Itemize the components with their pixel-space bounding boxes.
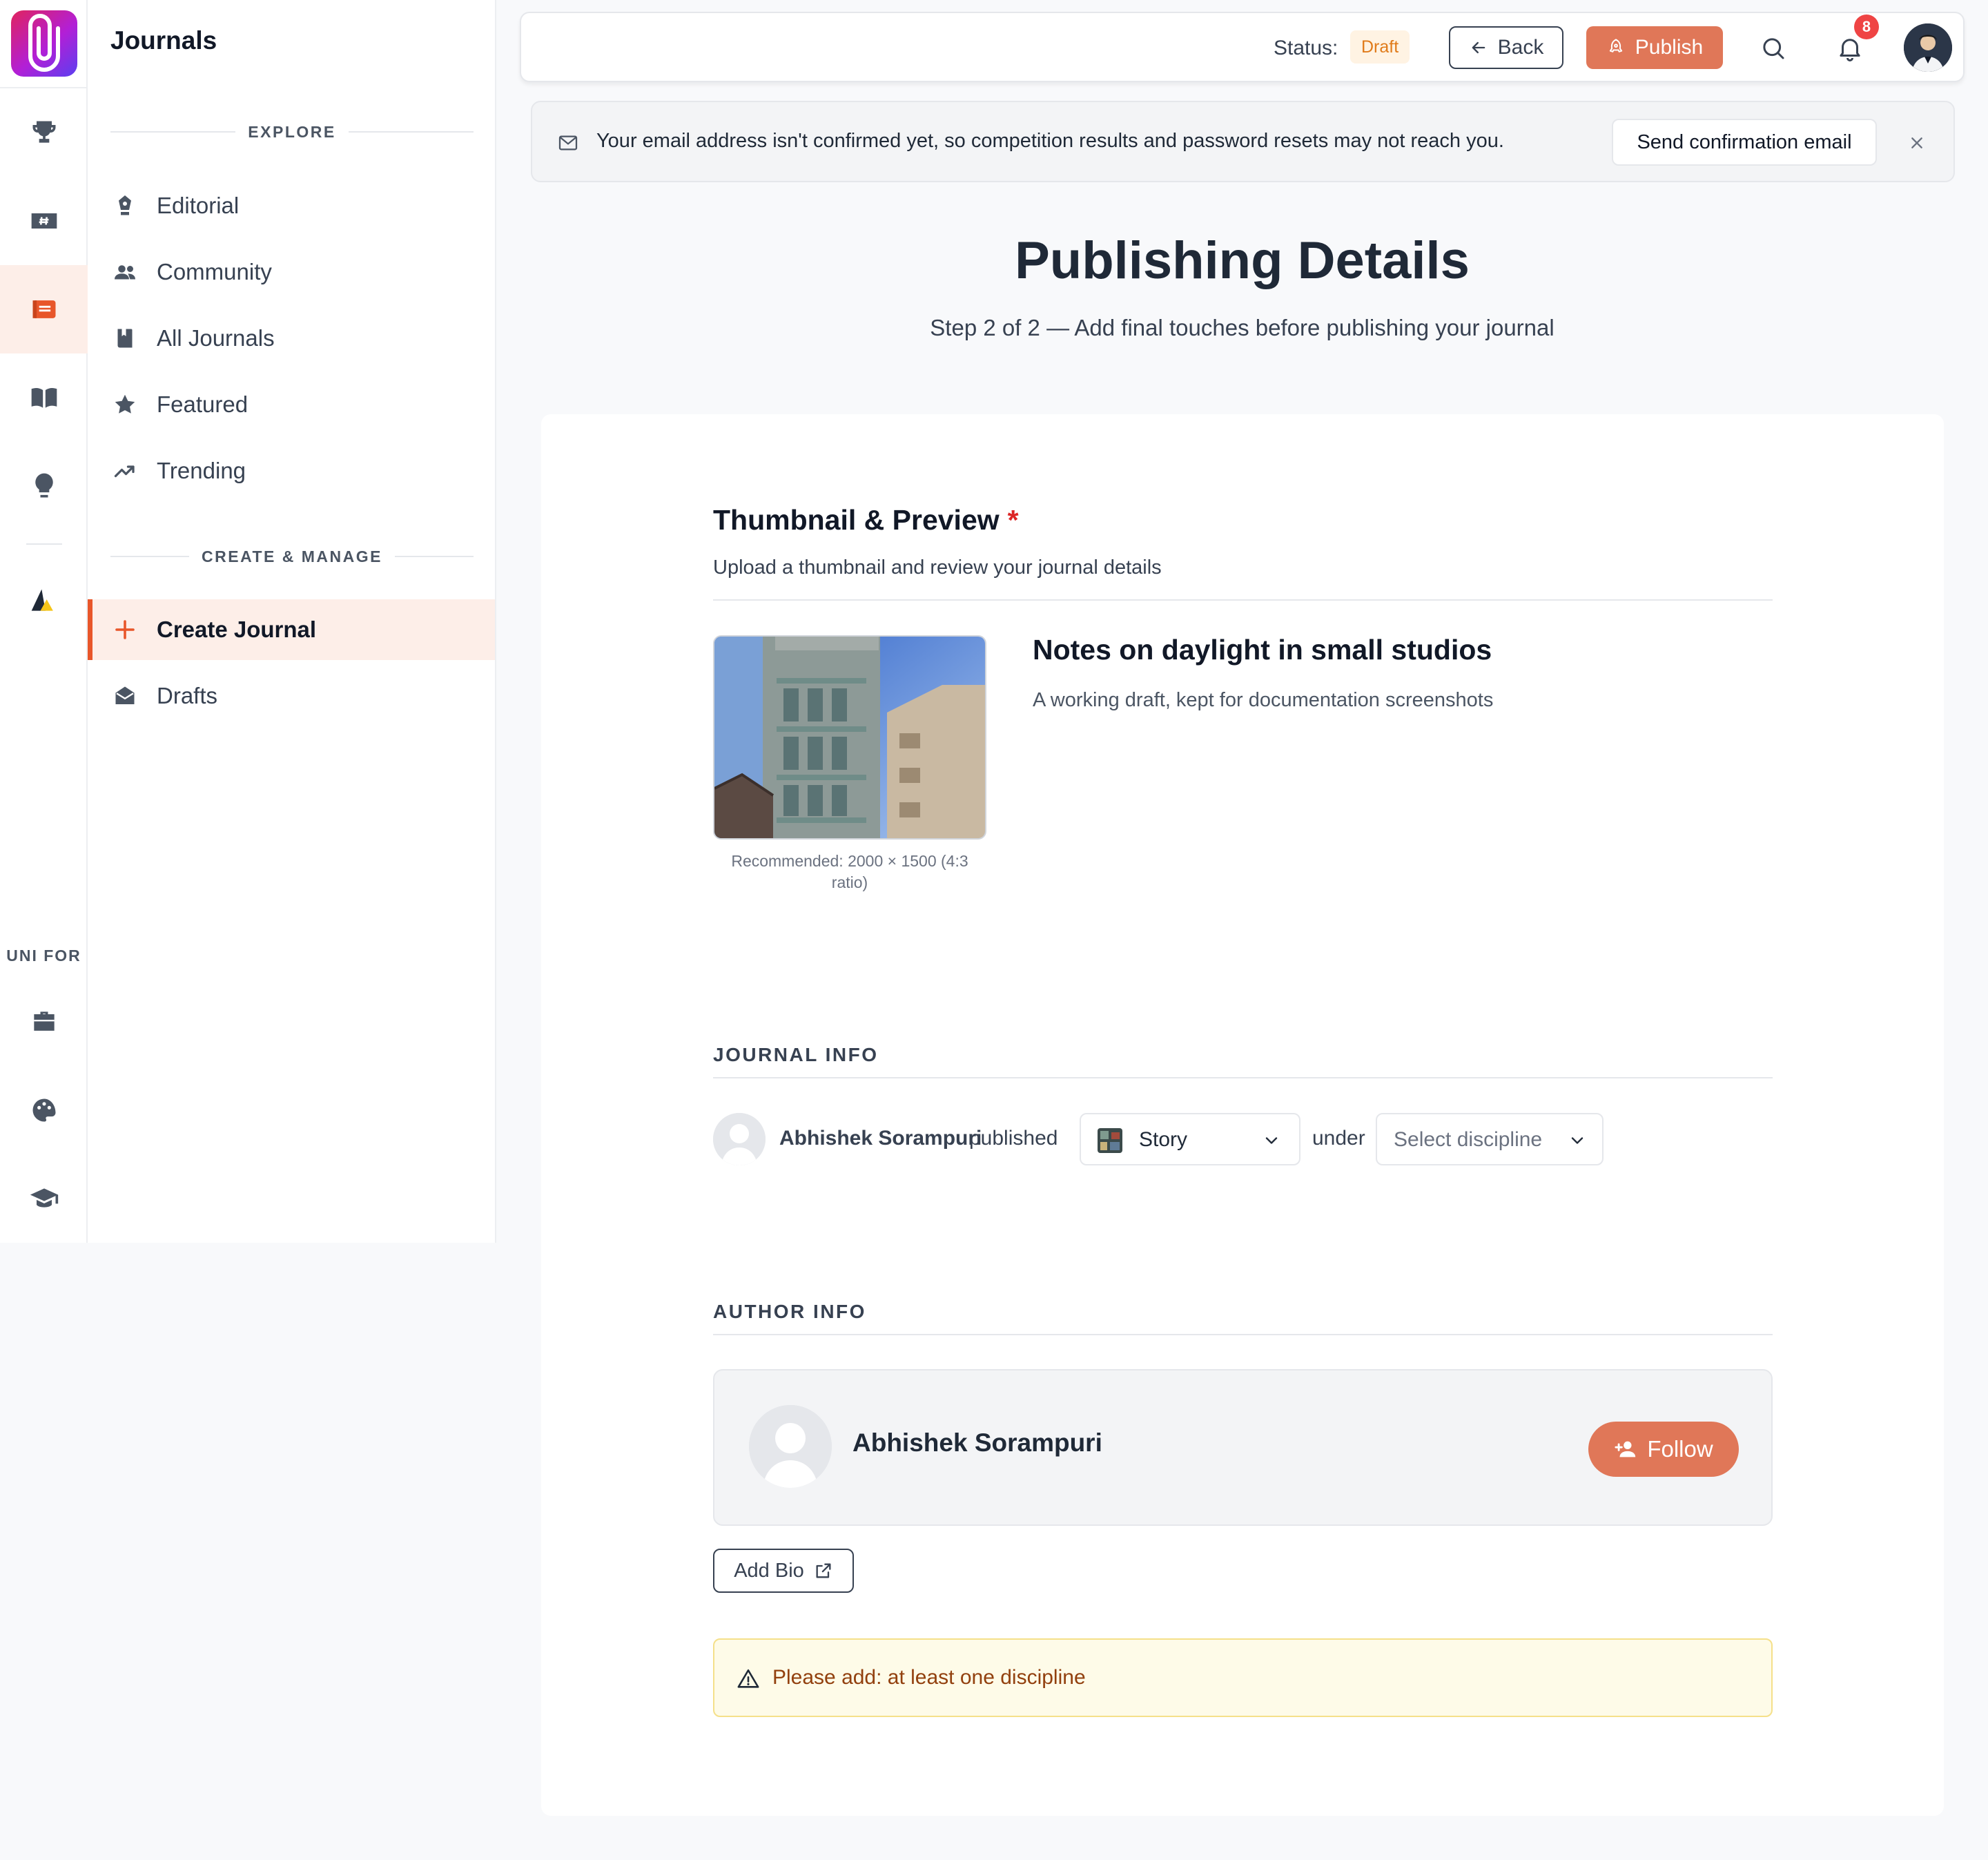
paperclip-logo-icon <box>28 14 60 72</box>
sidebar-item-editorial[interactable]: Editorial <box>88 175 495 236</box>
warning-triangle-icon <box>737 1669 759 1688</box>
manage-section-label: CREATE & MANAGE <box>110 546 474 567</box>
sidebar: Journals EXPLORE Editorial Community All… <box>88 0 496 1243</box>
discipline-placeholder: Select discipline <box>1394 1128 1543 1151</box>
building-thumbnail-image <box>714 637 985 838</box>
thumbnail-description: Upload a thumbnail and review your journ… <box>713 556 1162 579</box>
uni-for-label: UNI FOR <box>6 947 81 965</box>
arrow-left-icon <box>1472 41 1485 54</box>
notification-count-badge: 8 <box>1854 14 1879 39</box>
icon-rail: UNI FOR <box>0 0 88 1243</box>
thumbnail-heading: Thumbnail & Preview * <box>713 504 1019 536</box>
sidebar-item-drafts[interactable]: Drafts <box>88 666 495 726</box>
send-confirmation-button[interactable]: Send confirmation email <box>1612 119 1877 166</box>
lightbulb-icon <box>35 473 53 498</box>
user-placeholder-icon <box>713 1113 766 1165</box>
chevron-down-icon <box>1265 1137 1278 1144</box>
chevron-down-icon <box>1571 1137 1583 1144</box>
open-book-icon <box>31 387 57 408</box>
users-icon <box>115 265 135 280</box>
discipline-select[interactable]: Select discipline <box>1376 1113 1604 1165</box>
star-icon <box>115 394 135 414</box>
publishing-card: Thumbnail & Preview * Upload a thumbnail … <box>541 414 1944 1816</box>
journal-type-select[interactable]: Story <box>1080 1113 1300 1165</box>
rail-ideas[interactable] <box>0 442 88 530</box>
envelope-open-icon <box>115 686 135 704</box>
notifications-button[interactable] <box>1835 34 1864 63</box>
author-info-heading: AUTHOR INFO <box>713 1301 866 1322</box>
rail-partner[interactable] <box>0 556 88 645</box>
story-type-icon <box>1098 1128 1122 1153</box>
mail-icon <box>558 135 578 151</box>
journal-title: Notes on daylight in small studios <box>1033 634 1492 666</box>
palette-icon <box>32 1098 56 1122</box>
user-placeholder-icon <box>749 1405 832 1488</box>
book-icon <box>117 329 133 348</box>
sidebar-item-trending[interactable]: Trending <box>88 440 495 501</box>
back-button[interactable]: Back <box>1449 26 1563 69</box>
pen-nib-icon <box>119 195 131 215</box>
sidebar-item-create-journal[interactable]: Create Journal <box>88 599 495 660</box>
under-word: under <box>1312 1127 1365 1150</box>
banner-message: Your email address isn't confirmed yet, … <box>596 130 1504 152</box>
top-bar: Status: Draft Back Publish 8 <box>520 12 1965 82</box>
rail-hashtag[interactable] <box>0 177 88 265</box>
page-title: Publishing Details <box>1015 231 1470 290</box>
page-subtitle: Step 2 of 2 — Add final touches before p… <box>930 315 1555 340</box>
close-icon[interactable] <box>1906 132 1928 154</box>
warning-text: Please add: at least one discipline <box>772 1666 1086 1689</box>
email-confirmation-banner: Your email address isn't confirmed yet, … <box>531 101 1955 182</box>
journal-author-name: Abhishek Sorampuri <box>779 1127 982 1150</box>
plus-icon <box>115 620 135 639</box>
journal-subtitle: A working draft, kept for documentation … <box>1033 689 1494 711</box>
explore-section-label: EXPLORE <box>110 122 474 142</box>
follow-button[interactable]: Follow <box>1588 1422 1739 1477</box>
rail-artists[interactable] <box>0 1066 88 1154</box>
journal-info-row: Abhishek Sorampuri published Story under… <box>713 1113 1773 1165</box>
publish-button[interactable]: Publish <box>1586 26 1723 69</box>
search-button[interactable] <box>1759 34 1788 63</box>
triangle-logo-icon <box>31 589 53 611</box>
published-word: published <box>969 1127 1058 1150</box>
author-name: Abhishek Sorampuri <box>852 1428 1102 1457</box>
rocket-icon <box>1609 39 1622 52</box>
user-avatar-image <box>1904 23 1952 72</box>
rail-jobs[interactable] <box>0 978 88 1066</box>
thumbnail-upload[interactable] <box>713 635 986 840</box>
validation-warning: Please add: at least one discipline <box>713 1638 1773 1717</box>
author-card: Abhishek Sorampuri Follow <box>713 1369 1773 1526</box>
hashtag-ticket-icon <box>31 213 57 229</box>
sidebar-item-all-journals[interactable]: All Journals <box>88 308 495 369</box>
bell-icon <box>1840 39 1860 61</box>
user-avatar[interactable] <box>1904 23 1952 72</box>
status-label: Status: <box>1274 37 1338 59</box>
required-marker: * <box>1007 504 1019 536</box>
rail-journals[interactable] <box>0 265 88 353</box>
journal-icon <box>32 300 56 318</box>
thumbnail-recommendation: Recommended: 2000 × 1500 (4:3 ratio) <box>731 852 968 891</box>
trending-up-icon <box>114 465 135 478</box>
author-avatar <box>749 1405 832 1488</box>
status-badge: Draft <box>1350 30 1410 64</box>
sidebar-title: Journals <box>110 26 217 55</box>
trophy-icon <box>32 121 56 143</box>
sidebar-item-community[interactable]: Community <box>88 242 495 302</box>
graduation-cap-icon <box>30 1188 59 1208</box>
sidebar-item-featured[interactable]: Featured <box>88 374 495 435</box>
rail-library[interactable] <box>0 353 88 442</box>
user-plus-icon <box>1615 1441 1636 1457</box>
rail-students[interactable] <box>0 1154 88 1243</box>
search-icon <box>1763 38 1784 59</box>
app-logo[interactable] <box>11 10 77 77</box>
external-link-icon <box>816 1563 831 1578</box>
author-avatar-small <box>713 1113 766 1165</box>
briefcase-icon <box>34 1011 55 1031</box>
journal-info-heading: JOURNAL INFO <box>713 1044 879 1065</box>
add-bio-button[interactable]: Add Bio <box>713 1549 854 1593</box>
journal-type-value: Story <box>1139 1128 1188 1151</box>
rail-competitions[interactable] <box>0 88 88 177</box>
